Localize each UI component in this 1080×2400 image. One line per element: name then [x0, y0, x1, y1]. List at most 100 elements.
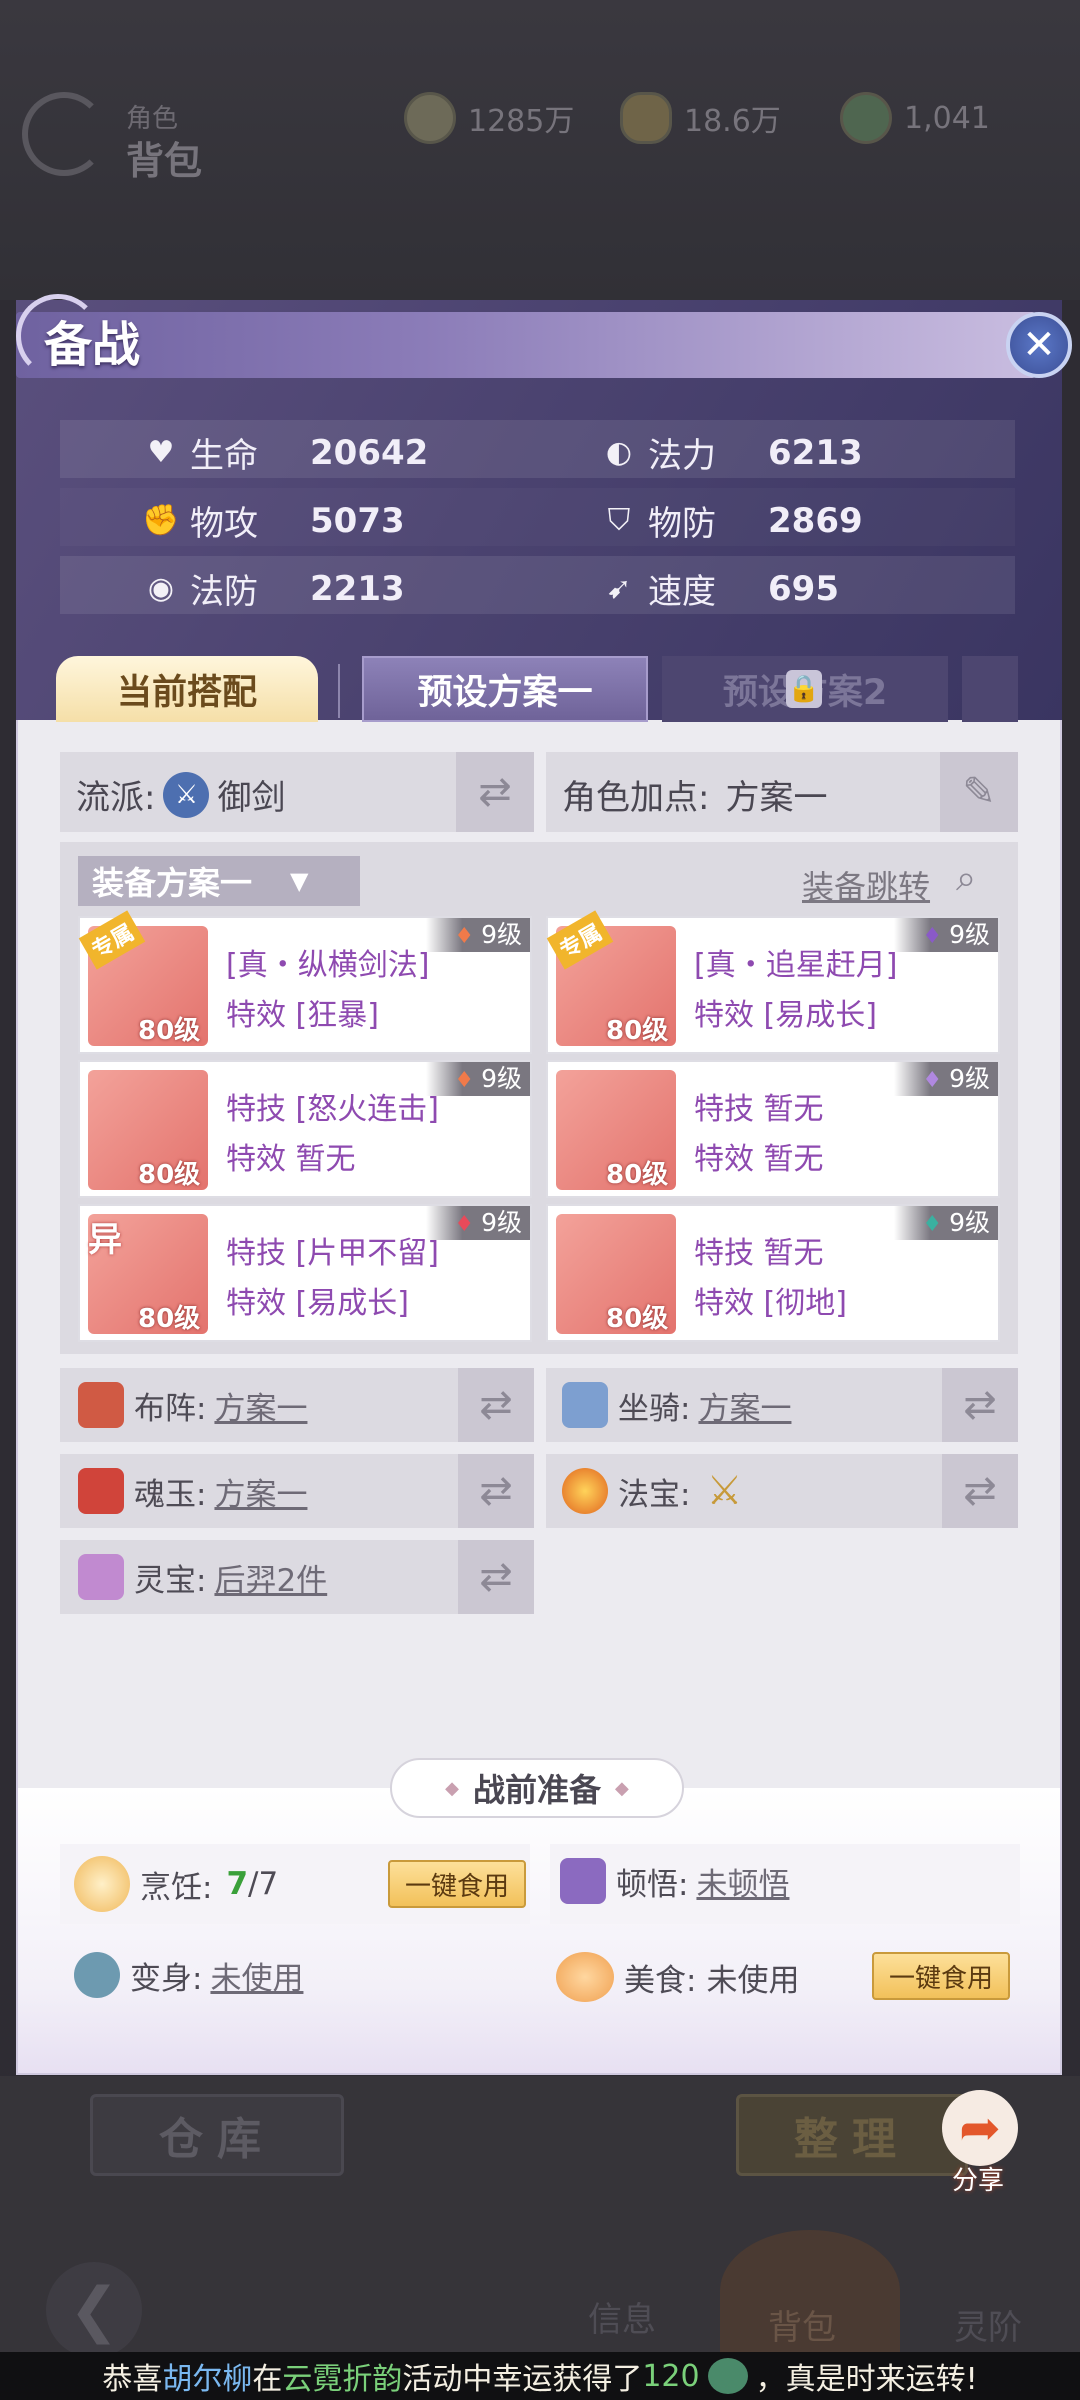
- search-icon[interactable]: ⌕: [956, 858, 976, 900]
- brush-icon: ✎: [962, 769, 996, 815]
- tab-current[interactable]: 当前搭配: [56, 656, 318, 722]
- equip-effect: 特效 [易成长]: [694, 998, 877, 1033]
- soul-jade-option[interactable]: 魂玉: 方案一: [78, 1468, 307, 1514]
- formation-switch-button[interactable]: ⇄: [458, 1368, 534, 1442]
- equip-grade: ♦ 9级: [426, 918, 530, 952]
- coin-counter: 1285万: [404, 92, 574, 144]
- mount-switch-button[interactable]: ⇄: [942, 1368, 1018, 1442]
- equip-skill: [真・追星赶月]: [694, 948, 898, 983]
- title-bar: [16, 312, 1036, 378]
- equip-skill: 特技 [片甲不留]: [226, 1236, 439, 1271]
- soul-jade-switch-button[interactable]: ⇄: [458, 1454, 534, 1528]
- equip-effect: 特效 [狂暴]: [226, 998, 379, 1033]
- formation-icon: [78, 1382, 124, 1428]
- tab-preset-1[interactable]: 预设方案一: [362, 656, 648, 722]
- equip-slot-boots[interactable]: 80级 ♦ 9级 特技 暂无 特效 [彻地]: [546, 1204, 1000, 1342]
- close-icon: ✕: [1022, 322, 1056, 368]
- treasure-switch-button[interactable]: ⇄: [942, 1454, 1018, 1528]
- nav-bag[interactable]: 背包: [768, 2300, 836, 2349]
- tab-divider: [338, 664, 340, 718]
- stat-attack: ✊ 物攻 5073: [142, 500, 405, 545]
- cooking-icon: [74, 1856, 130, 1912]
- stat-hp: ♥ 生命 20642: [142, 428, 429, 477]
- equip-effect: 特效 [彻地]: [694, 1286, 847, 1321]
- equip-effect: 特效 暂无: [226, 1142, 356, 1177]
- equip-slot-weapon[interactable]: 专属 80级 ♦ 9级 [真・纵横剑法] 特效 [狂暴]: [78, 910, 532, 1054]
- prep-title: ◆ 战前准备 ◆: [390, 1758, 684, 1818]
- jade-icon: [707, 2358, 748, 2394]
- transform-option[interactable]: 变身: 未使用: [74, 1952, 303, 1998]
- news-ticker: 恭喜 胡尔柳在云霓折韵 活动中幸运获得了 120 ，真是时来运转!: [0, 2352, 1080, 2400]
- refresh-icon: ⇄: [963, 1382, 997, 1428]
- food-bowl-icon: [556, 1952, 614, 2002]
- gem-icon: ♦: [922, 1068, 950, 1093]
- cooking-eat-button[interactable]: 一键食用: [388, 1860, 526, 1908]
- equip-skill: 特技 暂无: [694, 1236, 824, 1271]
- insight-option[interactable]: 顿悟: 未顿悟: [560, 1858, 789, 1904]
- spirit-treasure-switch-button[interactable]: ⇄: [458, 1540, 534, 1614]
- equip-effect: 特效 暂无: [694, 1142, 824, 1177]
- scroll-icon: [562, 1382, 608, 1428]
- warehouse-button[interactable]: 仓库: [90, 2094, 344, 2176]
- equip-slot-offhand[interactable]: 专属 80级 ♦ 9级 [真・追星赶月] 特效 [易成长]: [546, 910, 1000, 1054]
- equip-effect: 特效 [易成长]: [226, 1286, 409, 1321]
- stat-speed: ➹ 速度 695: [600, 564, 839, 613]
- food-eat-button[interactable]: 一键食用: [872, 1952, 1010, 2000]
- coin-icon: [404, 92, 456, 144]
- refresh-icon: ⇄: [479, 1382, 513, 1428]
- equip-grade: ♦ 9级: [894, 1206, 998, 1240]
- equip-grade: ♦ 9级: [894, 918, 998, 952]
- gem-icon: ♦: [922, 1212, 950, 1237]
- speed-icon: ➹: [606, 571, 632, 606]
- nav-rank[interactable]: 灵阶: [954, 2300, 1022, 2349]
- equip-grade: ♦ 9级: [894, 1062, 998, 1096]
- equip-slot-armor[interactable]: 80级 ♦ 9级 特技 暂无 特效 暂无: [546, 1060, 1000, 1198]
- lock-icon: 🔒: [786, 670, 822, 708]
- school-switch-button[interactable]: ⇄: [456, 752, 534, 832]
- refresh-icon: ⇄: [963, 1468, 997, 1514]
- moon-icon: [22, 92, 106, 176]
- back-icon[interactable]: ❮: [46, 2262, 142, 2358]
- fire-icon: [562, 1468, 608, 1514]
- equip-slot-belt[interactable]: 异 80级 ♦ 9级 特技 [片甲不留] 特效 [易成长]: [78, 1204, 532, 1342]
- mana-icon: ◐: [605, 435, 633, 470]
- ingot-counter: 18.6万: [620, 92, 781, 144]
- share-icon[interactable]: ➦: [942, 2090, 1018, 2166]
- panel-title: 备战: [44, 317, 141, 373]
- equip-slot-helmet[interactable]: 80级 ♦ 9级 特技 [怒火连击] 特效 暂无: [78, 1060, 532, 1198]
- refresh-icon: ⇄: [478, 769, 512, 815]
- school-selector[interactable]: 流派: ⚔ 御剑: [76, 770, 285, 819]
- gem-icon: ♦: [454, 924, 482, 949]
- soul-jade-icon: [78, 1468, 124, 1514]
- points-edit-button[interactable]: ✎: [940, 752, 1018, 832]
- treasure-option[interactable]: 法宝: ⚔: [562, 1468, 742, 1514]
- equip-skill: [真・纵横剑法]: [226, 948, 430, 983]
- diamond-icon: ◆: [615, 1777, 629, 1799]
- tab-extra[interactable]: [962, 656, 1018, 722]
- close-button[interactable]: ✕: [1006, 312, 1072, 378]
- nav-info[interactable]: 信息: [588, 2292, 656, 2341]
- defense-icon: ⛉: [607, 503, 631, 538]
- refresh-icon: ⇄: [479, 1554, 513, 1600]
- header-title: 背包: [126, 139, 203, 183]
- spirit-treasure-option[interactable]: 灵宝: 后羿2件: [78, 1554, 327, 1600]
- swords-icon: ⚔: [706, 1468, 743, 1514]
- transform-icon: [74, 1952, 120, 1998]
- magic-defense-icon: ◉: [147, 571, 175, 606]
- equip-jump-link[interactable]: 装备跳转: [802, 862, 930, 908]
- equip-grade: ♦ 9级: [426, 1062, 530, 1096]
- book-icon: [560, 1858, 606, 1904]
- mount-option[interactable]: 坐骑: 方案一: [562, 1382, 791, 1428]
- chevron-down-icon: ▼: [290, 867, 309, 895]
- jade-icon: [840, 92, 892, 144]
- points-selector[interactable]: 角色加点: 方案一: [562, 770, 827, 819]
- sort-button[interactable]: 整理: [736, 2094, 968, 2176]
- stat-mp: ◐ 法力 6213: [600, 428, 863, 477]
- formation-option[interactable]: 布阵: 方案一: [78, 1382, 307, 1428]
- cooking-status: 烹饪: 7/7: [74, 1856, 278, 1912]
- equip-plan-dropdown[interactable]: 装备方案一 ▼: [78, 856, 360, 906]
- jade-counter: 1,041: [840, 92, 990, 144]
- stat-magic-defense: ◉ 法防 2213: [142, 564, 405, 613]
- share-label[interactable]: 分享: [952, 2160, 1004, 2197]
- diamond-icon: ◆: [445, 1777, 459, 1799]
